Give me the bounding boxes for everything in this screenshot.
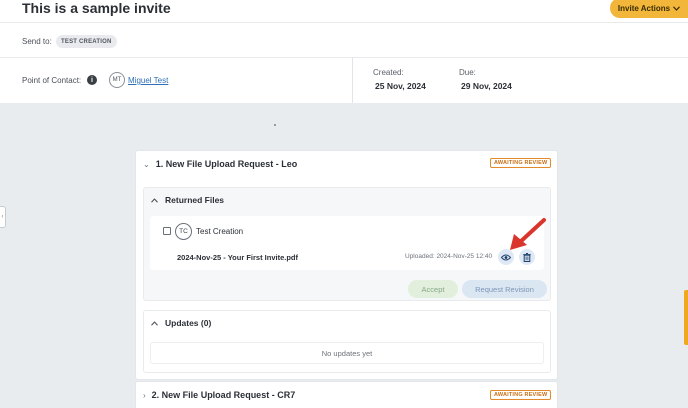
- uploader-name: Test Creation: [196, 227, 244, 236]
- empty-state: No updates yet: [150, 342, 544, 364]
- request-header[interactable]: ⌄ 1. New File Upload Request - Leo: [143, 159, 297, 169]
- sidebar-toggle-handle[interactable]: ‹: [0, 206, 6, 228]
- updates-title: Updates (0): [165, 318, 212, 328]
- chevron-down-icon: ⌄: [143, 159, 150, 169]
- chevron-down-icon: [673, 5, 681, 11]
- file-name[interactable]: 2024-Nov-25 - Your First Invite.pdf: [177, 253, 298, 262]
- accept-button[interactable]: Accept: [408, 280, 458, 298]
- recipient-chip: TEST CREATION: [56, 35, 117, 48]
- created-date: 25 Nov, 2024: [375, 81, 426, 91]
- returned-files-header[interactable]: Returned Files: [151, 195, 224, 205]
- divider: [352, 57, 353, 103]
- invite-actions-label: Invite Actions: [617, 3, 671, 13]
- trash-icon: [523, 252, 531, 262]
- returned-files-title: Returned Files: [165, 195, 225, 205]
- status-badge: AWAITING REVIEW: [490, 390, 552, 400]
- avatar: TC: [175, 223, 192, 240]
- due-label: Due:: [459, 68, 476, 77]
- eye-icon: [501, 254, 511, 260]
- contact-name-link[interactable]: Miguel Test: [128, 76, 168, 85]
- info-icon[interactable]: i: [87, 75, 97, 85]
- chevron-right-icon: ›: [143, 390, 146, 400]
- request-header[interactable]: › 2. New File Upload Request - CR7: [143, 390, 295, 400]
- request-title: 2. New File Upload Request - CR7: [151, 390, 296, 400]
- view-file-button[interactable]: [498, 249, 514, 265]
- invite-actions-button[interactable]: Invite Actions: [610, 0, 688, 18]
- status-badge: AWAITING REVIEW: [490, 158, 552, 168]
- divider: [0, 22, 688, 23]
- delete-file-button[interactable]: [519, 249, 535, 265]
- scrollbar[interactable]: [684, 290, 688, 345]
- chevron-up-icon: [151, 197, 158, 203]
- upload-timestamp: Uploaded: 2024-Nov-25 12:40: [405, 253, 493, 260]
- request-title: 1. New File Upload Request - Leo: [155, 159, 298, 169]
- file-select-checkbox[interactable]: [163, 227, 171, 235]
- chevron-up-icon: [151, 320, 158, 326]
- avatar: MT: [109, 72, 125, 88]
- point-of-contact-label: Point of Contact:: [22, 76, 82, 85]
- decorative-dot: [274, 124, 276, 126]
- request-revision-button[interactable]: Request Revision: [462, 280, 547, 298]
- updates-header[interactable]: Updates (0): [151, 318, 211, 328]
- send-to-label: Send to:: [22, 37, 52, 46]
- divider: [0, 57, 688, 58]
- annotation-arrow: [510, 218, 546, 250]
- due-date: 29 Nov, 2024: [461, 81, 512, 91]
- created-label: Created:: [373, 68, 404, 77]
- page-title: This is a sample invite: [22, 0, 171, 16]
